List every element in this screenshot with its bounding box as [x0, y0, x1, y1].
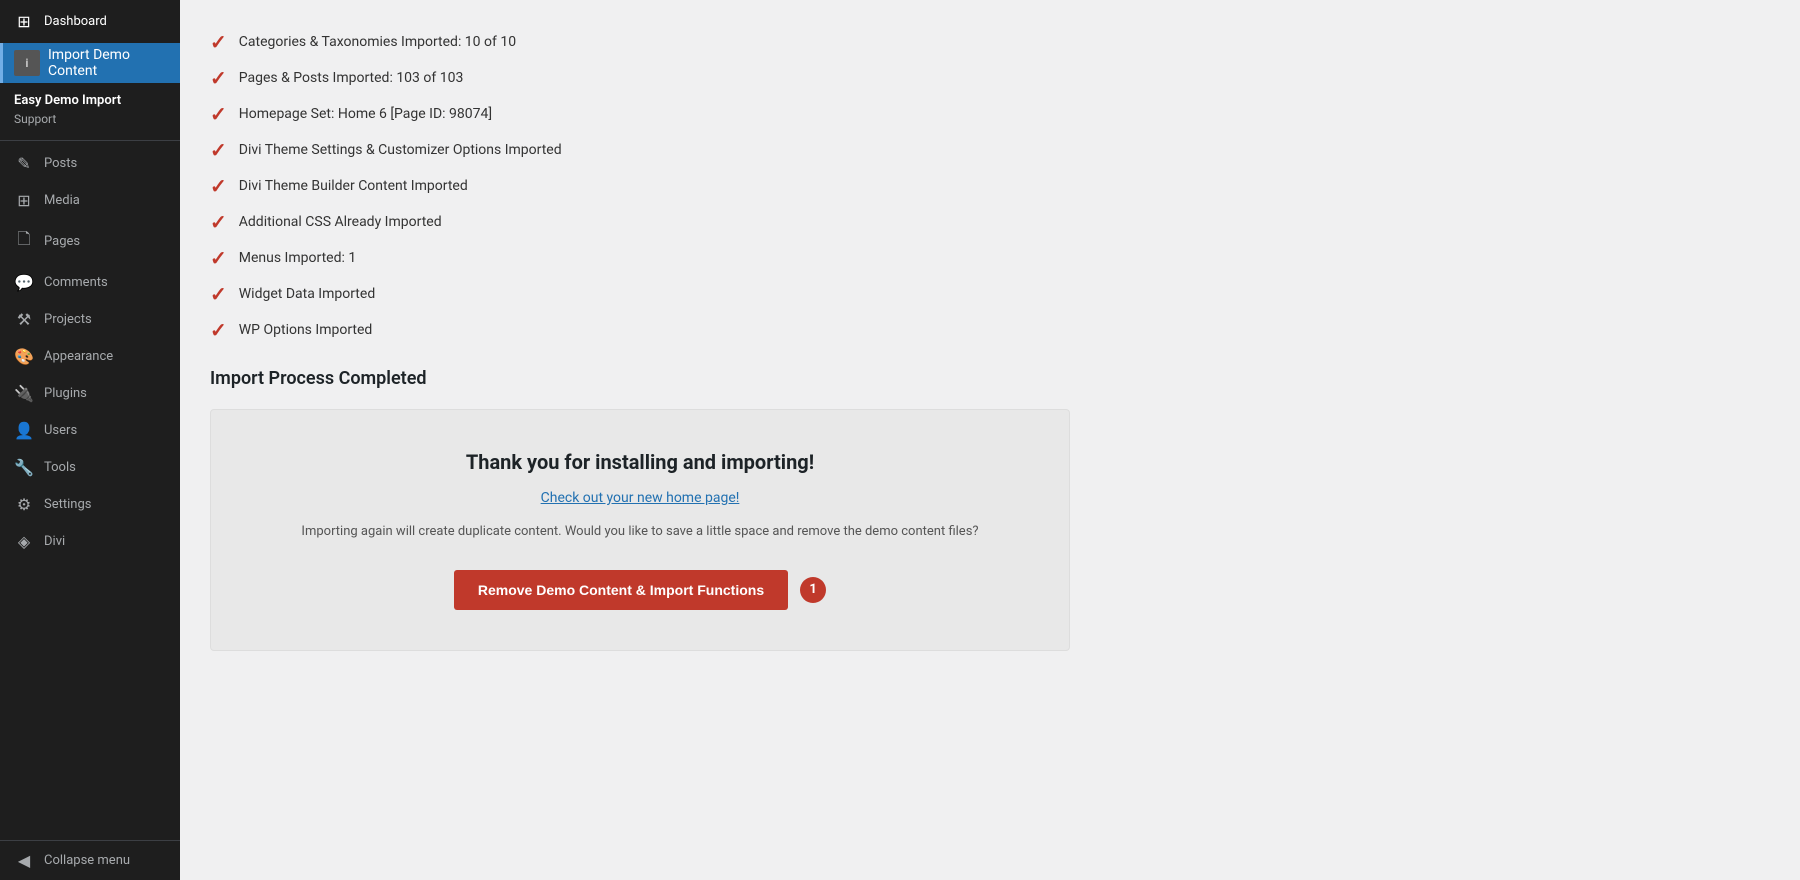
checklist-item: ✓Homepage Set: Home 6 [Page ID: 98074] [210, 96, 1770, 132]
comments-icon: 💬 [14, 273, 34, 292]
thank-you-description: Importing again will create duplicate co… [241, 522, 1039, 542]
sidebar-item-appearance[interactable]: 🎨 Appearance [0, 338, 180, 375]
plugins-icon: 🔌 [14, 384, 34, 403]
checklist-item: ✓Additional CSS Already Imported [210, 204, 1770, 240]
plugin-section-title: Easy Demo Import [0, 83, 180, 110]
checkmark-icon: ✓ [210, 248, 227, 268]
sidebar-item-pages[interactable]: 🗋 Pages [0, 219, 180, 264]
checkmark-icon: ✓ [210, 68, 227, 88]
projects-icon: ⚒ [14, 310, 34, 329]
checklist-item: ✓Pages & Posts Imported: 103 of 103 [210, 60, 1770, 96]
collapse-menu-button[interactable]: ◀ Collapse menu [0, 840, 180, 880]
sidebar-item-comments[interactable]: 💬 Comments [0, 264, 180, 301]
sidebar-item-tools[interactable]: 🔧 Tools [0, 449, 180, 486]
checklist-item: ✓WP Options Imported [210, 312, 1770, 348]
main-content: ✓Categories & Taxonomies Imported: 10 of… [180, 0, 1800, 880]
active-item-line2: Content [48, 63, 130, 79]
sidebar-item-import-demo[interactable]: i Import Demo Content [0, 43, 180, 83]
sidebar-item-settings[interactable]: ⚙ Settings [0, 486, 180, 523]
tools-icon: 🔧 [14, 458, 34, 477]
notification-badge: 1 [800, 577, 826, 603]
thank-you-box: Thank you for installing and importing! … [210, 409, 1070, 651]
checklist-item: ✓Widget Data Imported [210, 276, 1770, 312]
divi-icon: ◈ [14, 532, 34, 551]
checklist-item: ✓Divi Theme Builder Content Imported [210, 168, 1770, 204]
home-page-link[interactable]: Check out your new home page! [241, 490, 1039, 506]
checklist-item: ✓Menus Imported: 1 [210, 240, 1770, 276]
dashboard-icon: ⊞ [14, 12, 34, 31]
sidebar-item-users[interactable]: 👤 Users [0, 412, 180, 449]
sidebar-item-plugins[interactable]: 🔌 Plugins [0, 375, 180, 412]
checkmark-icon: ✓ [210, 104, 227, 124]
avatar: i [14, 50, 40, 76]
thank-you-title: Thank you for installing and importing! [241, 450, 1039, 474]
remove-btn-area: Remove Demo Content & Import Functions 1 [241, 570, 1039, 610]
checkmark-icon: ✓ [210, 284, 227, 304]
sidebar-divider [0, 140, 180, 141]
import-completed-title: Import Process Completed [210, 368, 1770, 389]
pages-icon: 🗋 [14, 228, 34, 255]
sidebar-item-posts[interactable]: ✎ Posts [0, 145, 180, 182]
remove-demo-button[interactable]: Remove Demo Content & Import Functions [454, 570, 788, 610]
checklist-item: ✓Categories & Taxonomies Imported: 10 of… [210, 24, 1770, 60]
settings-icon: ⚙ [14, 495, 34, 514]
sidebar-item-divi[interactable]: ◈ Divi [0, 523, 180, 560]
sidebar-item-media[interactable]: ⊞ Media [0, 182, 180, 219]
checkmark-icon: ✓ [210, 212, 227, 232]
media-icon: ⊞ [14, 191, 34, 210]
checklist-item: ✓Divi Theme Settings & Customizer Option… [210, 132, 1770, 168]
collapse-icon: ◀ [14, 851, 34, 870]
sidebar: ⊞ Dashboard i Import Demo Content Easy D… [0, 0, 180, 880]
import-checklist: ✓Categories & Taxonomies Imported: 10 of… [210, 24, 1770, 348]
posts-icon: ✎ [14, 154, 34, 173]
appearance-icon: 🎨 [14, 347, 34, 366]
active-item-line1: Import Demo [48, 47, 130, 63]
checkmark-icon: ✓ [210, 176, 227, 196]
users-icon: 👤 [14, 421, 34, 440]
checkmark-icon: ✓ [210, 320, 227, 340]
checkmark-icon: ✓ [210, 32, 227, 52]
sidebar-support-link[interactable]: Support [0, 110, 180, 136]
sidebar-item-projects[interactable]: ⚒ Projects [0, 301, 180, 338]
sidebar-item-dashboard[interactable]: ⊞ Dashboard [0, 0, 180, 43]
checkmark-icon: ✓ [210, 140, 227, 160]
